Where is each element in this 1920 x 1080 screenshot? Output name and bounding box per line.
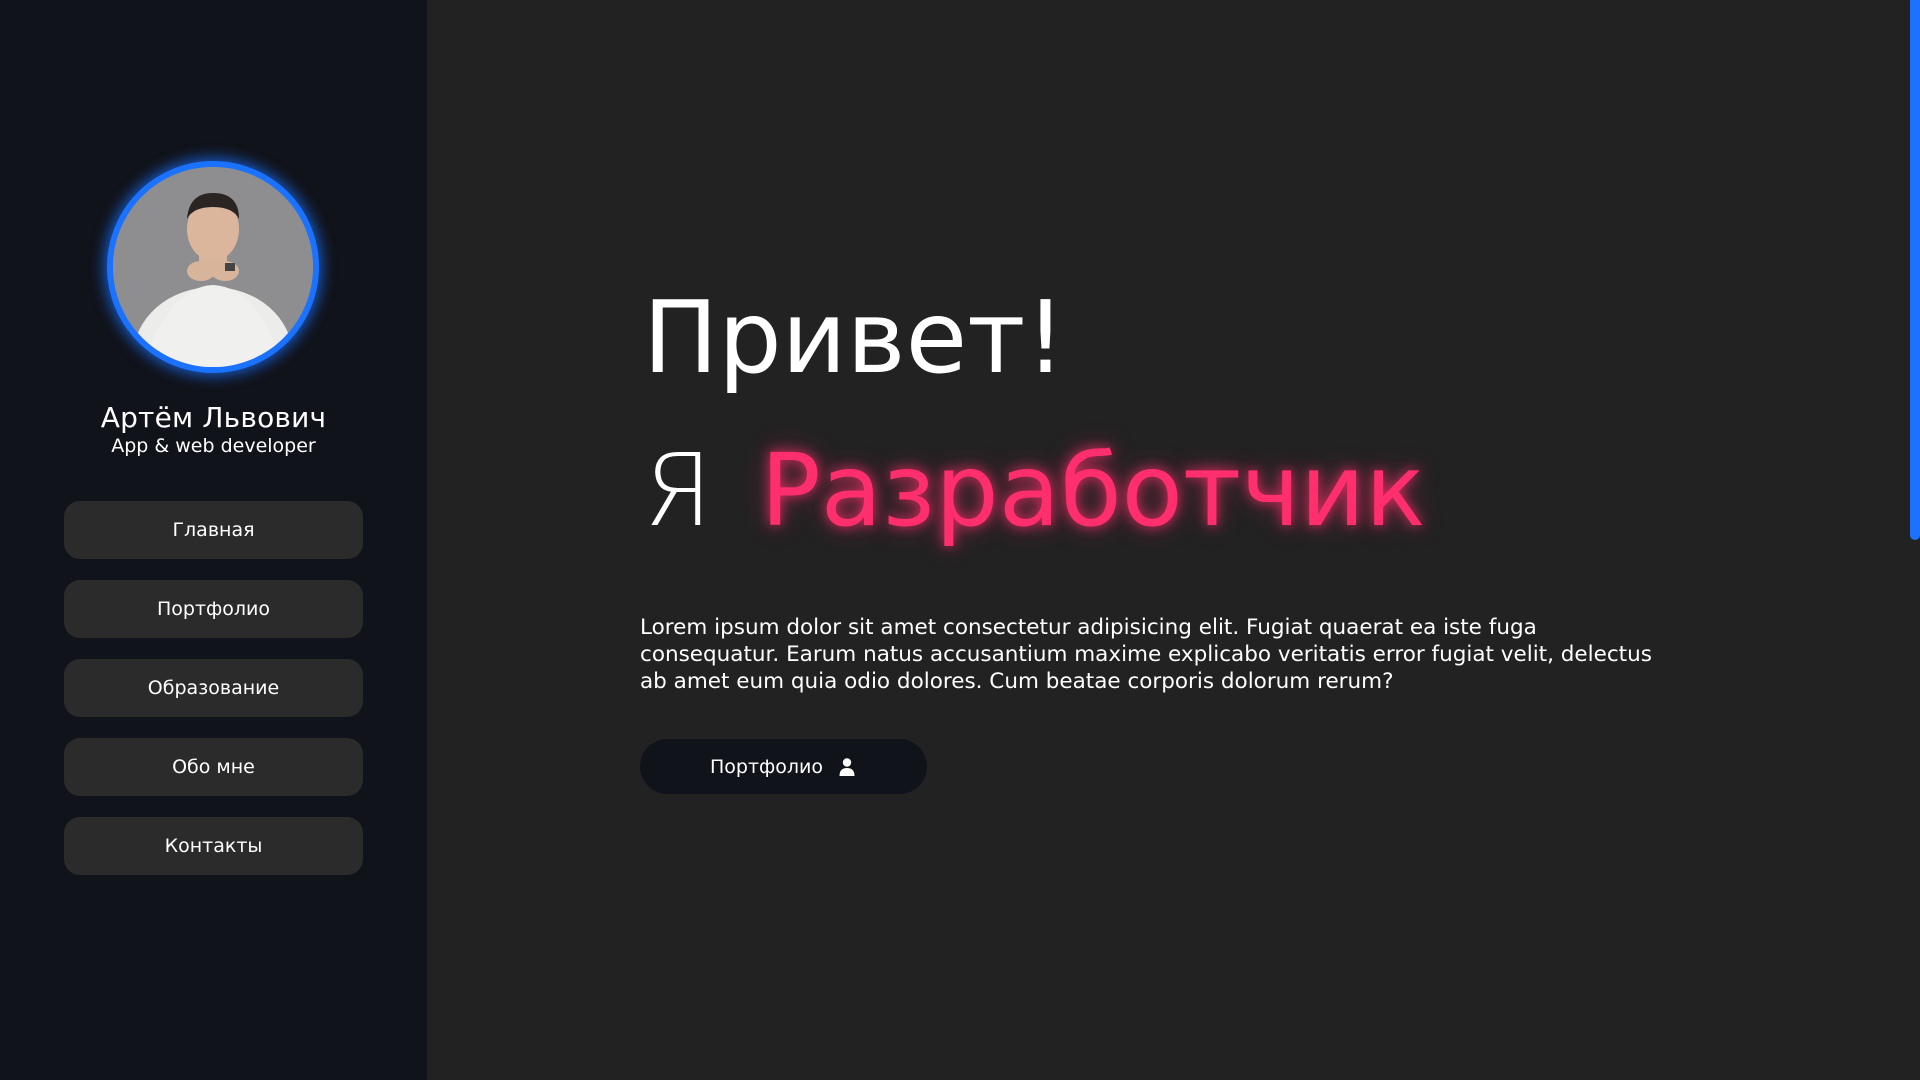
main-content: Привет! Я Разработчик Lorem ipsum dolor s… — [427, 0, 1920, 1080]
user-icon — [839, 757, 855, 776]
nav-item-portfolio[interactable]: Портфолио — [64, 580, 363, 638]
hero-description: Lorem ipsum dolor sit amet consectetur a… — [640, 615, 1652, 694]
nav-item-home[interactable]: Главная — [64, 501, 363, 559]
profile-name: Артём Львович — [100, 401, 327, 434]
page: Артём Львович App & web developer Главна… — [0, 0, 1920, 1080]
hero-role-text: Разработчик — [760, 432, 1426, 549]
cta-label: Портфолио — [709, 755, 824, 778]
nav-item-education[interactable]: Образование — [64, 659, 363, 717]
avatar — [107, 161, 319, 373]
profile-role: App & web developer — [111, 435, 316, 457]
profile-photo-icon — [113, 167, 313, 367]
sidebar: Артём Львович App & web developer Главна… — [0, 0, 427, 1080]
hero-greeting: Привет! — [643, 279, 1066, 396]
nav-item-about[interactable]: Обо мне — [64, 738, 363, 796]
hero-prefix: Я — [643, 432, 713, 549]
scrollbar[interactable] — [1910, 0, 1920, 1080]
nav-item-contacts[interactable]: Контакты — [64, 817, 363, 875]
scrollbar-thumb[interactable] — [1910, 0, 1920, 540]
portfolio-cta-button[interactable]: Портфолио — [640, 739, 927, 794]
sidebar-nav: Главная Портфолио Образование Обо мне Ко… — [64, 501, 363, 896]
hero-headline: Я Разработчик — [643, 436, 1426, 546]
